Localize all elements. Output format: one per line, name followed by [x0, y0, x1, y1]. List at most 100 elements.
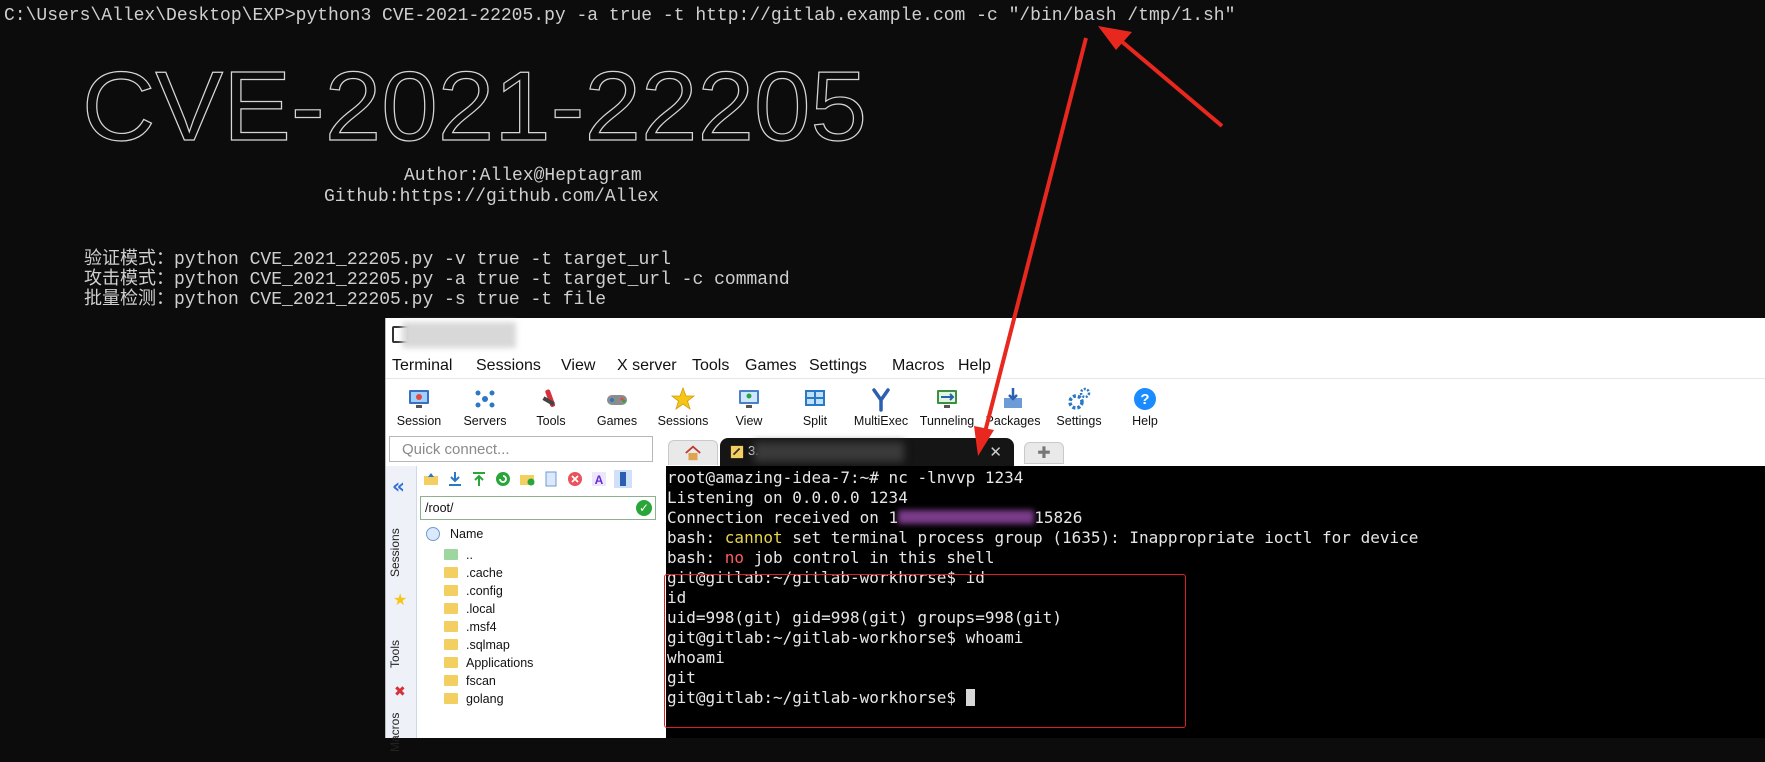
tunneling-button[interactable]: Tunneling [914, 382, 980, 428]
column-selector-icon [426, 527, 440, 541]
servers-icon [475, 390, 495, 408]
games-button[interactable]: Games [584, 382, 650, 428]
collapse-sidebar-icon[interactable]: « [392, 474, 405, 498]
quick-connect-input[interactable]: Quick connect... [389, 436, 653, 462]
side-tab-macros[interactable]: Macros [388, 702, 414, 762]
terminal-line: Listening on 0.0.0.0 1234 [667, 488, 908, 508]
split-button[interactable]: Split [782, 382, 848, 428]
folder-icon [444, 603, 458, 614]
terminal-text: Listening on 0.0.0.0 1234 [667, 488, 908, 507]
menu-bar: Terminal Sessions View X server Tools Ga… [386, 356, 1765, 379]
file-list-header[interactable]: Name [420, 524, 656, 544]
terminal-text: Connection received on 1 [667, 508, 899, 527]
star-icon [670, 386, 696, 411]
folder-icon [444, 585, 458, 596]
terminal-text: job control in this shell [744, 548, 995, 567]
terminal-line: root@amazing-idea-7:~# nc -lnvvp 1234 [667, 468, 1023, 488]
packages-button[interactable]: Packages [980, 382, 1046, 428]
terminal-text: no [724, 548, 745, 567]
view-button[interactable]: View [716, 382, 782, 428]
folder-icon [444, 567, 458, 578]
servers-button[interactable]: Servers [452, 382, 518, 428]
svg-text:A: A [595, 473, 604, 487]
file-row[interactable]: .sqlmap [444, 638, 510, 657]
file-row[interactable]: .local [444, 602, 495, 621]
menu-macros[interactable]: Macros [892, 357, 944, 375]
tools-icon [542, 389, 556, 407]
fork-icon [872, 388, 890, 412]
terminal-line: bash: no job control in this shell [667, 548, 995, 568]
home-tab[interactable] [668, 440, 718, 465]
split-icon [805, 390, 825, 406]
terminal-text: root@amazing-idea-7:~# nc -lnvvp 1234 [667, 468, 1024, 487]
terminal-tab-active[interactable]: 3. ✕ [720, 438, 1014, 466]
file-row[interactable]: .cache [444, 566, 503, 585]
file-row[interactable]: .config [444, 584, 503, 603]
file-row[interactable]: fscan [444, 674, 496, 693]
new-folder-icon[interactable] [518, 470, 536, 488]
terminal-text: 15826 [1034, 508, 1083, 527]
file-row-parent[interactable]: .. [444, 548, 473, 567]
help-button[interactable]: ? Help [1112, 382, 1178, 428]
menu-x-server[interactable]: X server [617, 357, 677, 375]
tools-red-icon: ✖ [394, 684, 406, 700]
multiexec-button[interactable]: MultiExec [848, 382, 914, 428]
session-button[interactable]: Session [386, 382, 452, 428]
new-file-icon[interactable] [542, 470, 560, 488]
close-tab-icon[interactable]: ✕ [989, 443, 1002, 461]
redacted-ip [898, 510, 1035, 524]
terminal-text: bash: [667, 528, 725, 547]
usage-line-batch: 批量检测：python CVE_2021_22205.py -s true -t… [84, 288, 607, 310]
column-name[interactable]: Name [450, 527, 483, 541]
parent-folder-icon[interactable] [422, 470, 440, 488]
menu-terminal[interactable]: Terminal [392, 357, 452, 375]
path-input[interactable]: /root/ ✓ [420, 496, 656, 520]
refresh-icon[interactable] [494, 470, 512, 488]
sessions-button[interactable]: Sessions [650, 382, 716, 428]
new-tab-button[interactable]: ✚ [1024, 442, 1064, 464]
rename-icon[interactable]: A [590, 470, 608, 488]
tools-button[interactable]: Tools [518, 382, 584, 428]
terminal-tab-bar: 3. ✕ ✚ [666, 436, 1765, 466]
sessions-star-icon: ★ [393, 590, 408, 609]
title-bar [386, 318, 1765, 354]
menu-games[interactable]: Games [745, 357, 797, 375]
follow-terminal-icon[interactable] [614, 470, 632, 488]
delete-icon[interactable] [566, 470, 584, 488]
download-icon[interactable] [446, 470, 464, 488]
terminal-text: cannot [724, 528, 783, 547]
upload-icon[interactable] [470, 470, 488, 488]
menu-tools[interactable]: Tools [692, 357, 729, 375]
settings-button[interactable]: Settings [1046, 382, 1112, 428]
packages-icon [1004, 388, 1022, 408]
terminal-line: bash: cannot set terminal process group … [667, 528, 1418, 548]
menu-help[interactable]: Help [958, 357, 991, 375]
menu-view[interactable]: View [561, 357, 595, 375]
session-monitor-icon [409, 390, 429, 408]
menu-sessions[interactable]: Sessions [476, 357, 541, 375]
side-tab-sessions[interactable]: Sessions [388, 518, 414, 588]
side-tab-tools[interactable]: Tools [388, 626, 414, 682]
terminal-text: set terminal process group (1635): Inapp… [782, 528, 1419, 547]
file-row[interactable]: Applications [444, 656, 533, 675]
ssh-tab-icon [730, 445, 744, 459]
file-row[interactable]: golang [444, 692, 504, 711]
author-line: Author:Allex@Heptagram [404, 166, 642, 186]
highlight-box [664, 574, 1186, 728]
parent-dir-icon [444, 549, 458, 560]
gamepad-icon [607, 395, 627, 405]
folder-icon [444, 693, 458, 704]
home-icon [685, 445, 701, 461]
help-icon: ? [1134, 388, 1156, 410]
path-ok-icon[interactable]: ✓ [636, 500, 652, 516]
folder-icon [444, 675, 458, 686]
console-command-line: C:\Users\Allex\Desktop\EXP>python3 CVE-2… [4, 6, 1236, 26]
folder-icon [444, 639, 458, 650]
ascii-banner: CVE-2021-22205 [82, 62, 868, 148]
menu-settings[interactable]: Settings [809, 357, 867, 375]
view-monitor-icon [739, 390, 759, 408]
file-row[interactable]: .msf4 [444, 620, 497, 639]
terminal-line: Connection received on 1 15826 [667, 508, 1082, 528]
toolbar: Session Servers Tools Games Sessions Vie… [386, 380, 1765, 436]
folder-icon [444, 657, 458, 668]
